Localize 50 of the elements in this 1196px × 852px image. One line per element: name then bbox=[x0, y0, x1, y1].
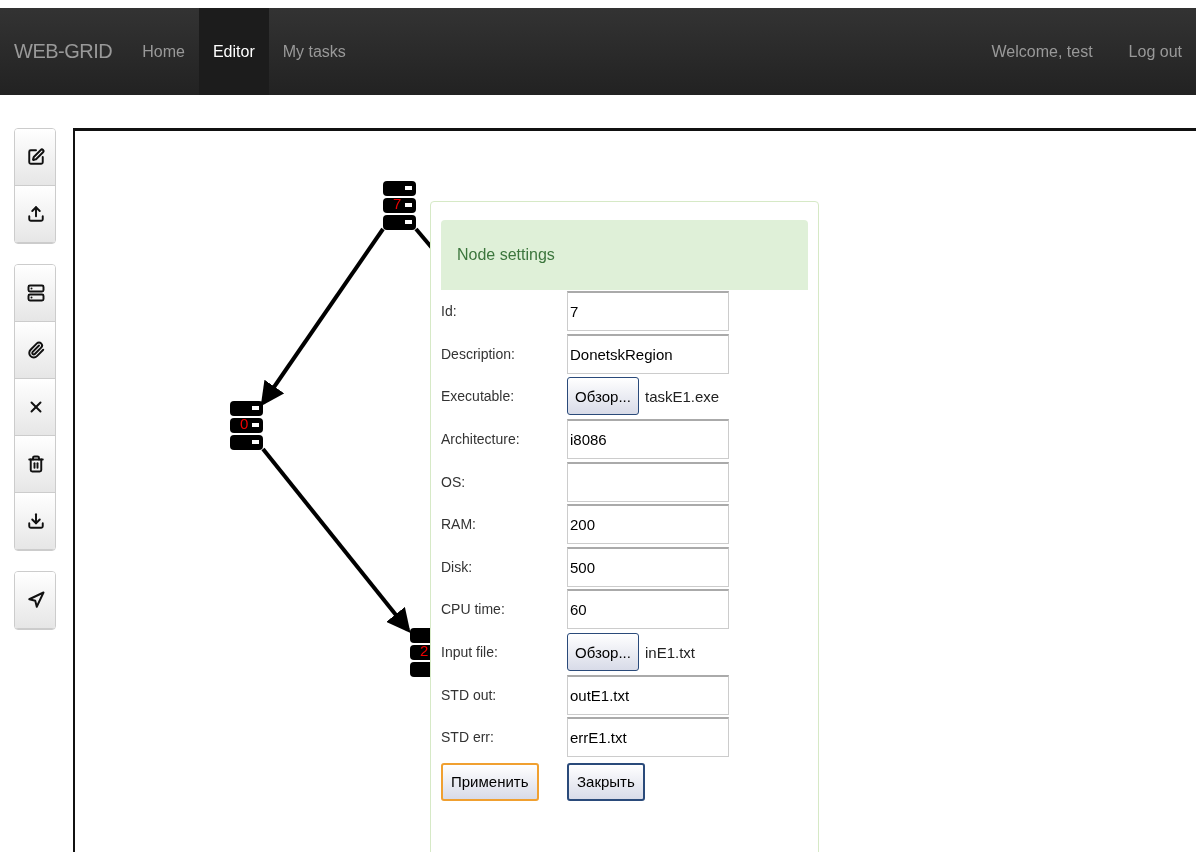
input-field[interactable]: outE1.txt bbox=[567, 674, 729, 715]
input-field[interactable]: i8086 bbox=[567, 419, 729, 460]
input-field[interactable] bbox=[567, 461, 729, 502]
welcome-text: Welcome, test bbox=[991, 41, 1093, 62]
close-button[interactable]: Закрыть bbox=[567, 762, 645, 801]
server-icon bbox=[410, 628, 430, 677]
field-label: STD err: bbox=[441, 729, 495, 746]
toolbar-button[interactable] bbox=[15, 572, 55, 629]
upload-icon bbox=[27, 205, 45, 223]
node-label: 2 bbox=[420, 642, 429, 660]
field-label: Executable: bbox=[441, 388, 516, 405]
panel-title: Node settings bbox=[457, 246, 555, 264]
field-label: Id: bbox=[441, 303, 458, 320]
field-label: OS: bbox=[441, 473, 467, 490]
logout-link[interactable]: Log out bbox=[1128, 8, 1182, 95]
toolbar-button[interactable] bbox=[15, 265, 55, 322]
field-label: STD out: bbox=[441, 686, 498, 703]
input-field[interactable]: errE1.txt bbox=[567, 717, 729, 758]
input-field[interactable]: 200 bbox=[567, 504, 729, 545]
browse-button[interactable]: Обзор... bbox=[567, 633, 639, 672]
toolbar-button[interactable] bbox=[15, 129, 55, 186]
brand-link[interactable]: WEB-GRID bbox=[14, 8, 113, 95]
field-label: Description: bbox=[441, 345, 516, 362]
server-icon bbox=[27, 284, 45, 302]
input-field[interactable]: 500 bbox=[567, 546, 729, 587]
file-name: taskE1.exe bbox=[645, 388, 720, 405]
nav-link[interactable]: Editor bbox=[198, 8, 269, 95]
input-field[interactable]: 7 bbox=[567, 291, 729, 332]
server-icon bbox=[383, 181, 416, 230]
server-icon bbox=[230, 401, 263, 450]
close-icon bbox=[27, 398, 45, 416]
nav-link[interactable]: My tasks bbox=[268, 8, 360, 95]
field-label: Architecture: bbox=[441, 431, 521, 448]
paperclip-icon bbox=[27, 341, 45, 359]
field-label: CPU time: bbox=[441, 601, 506, 618]
trash-icon bbox=[27, 455, 45, 473]
input-field[interactable]: 60 bbox=[567, 589, 729, 630]
node-label: 7 bbox=[393, 195, 402, 213]
field-label: RAM: bbox=[441, 516, 477, 533]
nav-link[interactable]: Home bbox=[128, 8, 199, 95]
apply-button[interactable]: Применить bbox=[441, 762, 539, 801]
field-label: Disk: bbox=[441, 558, 474, 575]
file-name: inE1.txt bbox=[645, 643, 696, 661]
send-icon bbox=[27, 591, 45, 609]
node-label: 0 bbox=[240, 415, 249, 433]
download-icon bbox=[27, 512, 45, 530]
browse-button[interactable]: Обзор... bbox=[567, 377, 639, 416]
edit-icon bbox=[27, 148, 45, 166]
field-label: Input file: bbox=[441, 644, 499, 661]
input-field[interactable]: DonetskRegion bbox=[567, 333, 729, 374]
